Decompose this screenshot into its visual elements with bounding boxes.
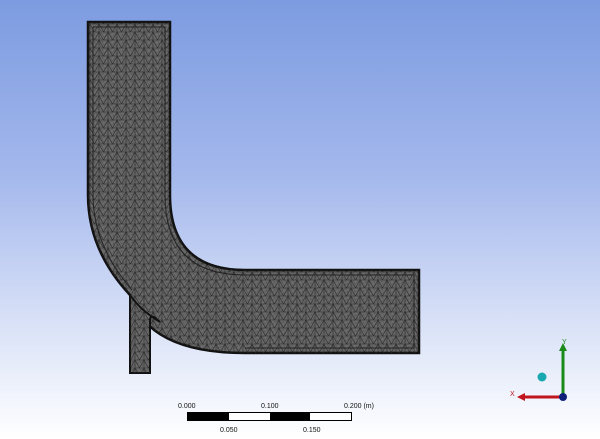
iso-view-ball-icon[interactable] — [537, 372, 547, 382]
z-axis-dot-icon — [559, 393, 567, 401]
x-arrow-icon — [517, 393, 525, 401]
scale-label-0200: 0.200 (m) — [344, 403, 374, 410]
scale-label-0: 0.000 — [178, 403, 196, 410]
scale-seg — [269, 413, 311, 420]
triad-graphic — [517, 343, 567, 401]
axis-triad[interactable]: Y X — [505, 335, 585, 415]
scale-bar — [187, 412, 352, 421]
scale-label-0100: 0.100 — [261, 403, 279, 410]
y-axis-label: Y — [562, 339, 567, 346]
scale-seg — [188, 413, 229, 420]
scale-seg — [310, 413, 351, 420]
graphics-viewport[interactable]: 0.000 0.100 0.200 (m) 0.050 0.150 Y X — [0, 0, 600, 439]
scale-label-0150: 0.150 — [303, 427, 321, 434]
x-axis-label: X — [510, 391, 515, 398]
scale-label-0050: 0.050 — [220, 427, 238, 434]
scale-seg — [228, 413, 270, 420]
